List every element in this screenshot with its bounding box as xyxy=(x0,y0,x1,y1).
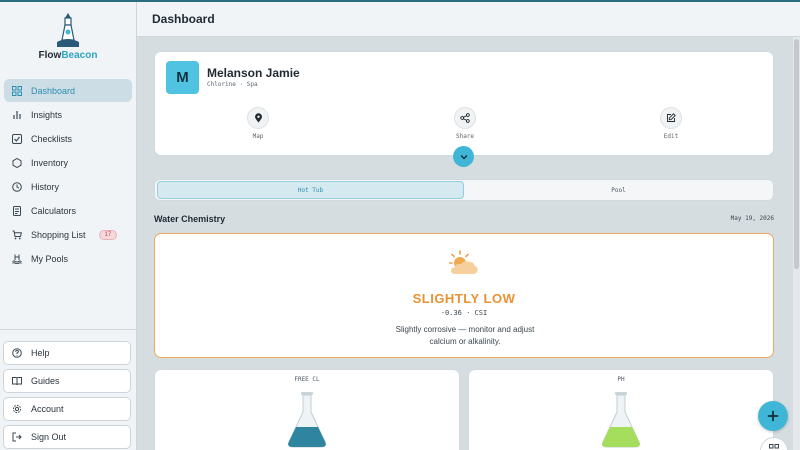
sidebar-item-label: Insights xyxy=(31,109,63,120)
share-button[interactable] xyxy=(454,107,476,129)
page-title: Dashboard xyxy=(152,12,215,26)
chevron-down-icon xyxy=(460,154,467,159)
brand-name-part1: Flow xyxy=(38,50,62,61)
ph-card[interactable]: PH xyxy=(468,369,774,450)
account-label: Account xyxy=(31,404,64,414)
sidebar-item-checklists[interactable]: Checklists xyxy=(4,127,132,150)
sun-behind-cloud-icon xyxy=(449,250,478,274)
sidebar-item-calculators[interactable]: Calculators xyxy=(4,199,132,222)
map-pin-icon xyxy=(254,113,262,123)
edit-button[interactable] xyxy=(660,107,682,129)
plus-icon xyxy=(767,410,779,422)
sidebar-item-inventory[interactable]: Inventory xyxy=(4,151,132,174)
flask-icon xyxy=(602,392,640,448)
hexagon-icon xyxy=(11,157,22,168)
flask-icon xyxy=(288,392,326,448)
top-header: Dashboard xyxy=(137,2,800,37)
help-button[interactable]: Help xyxy=(3,341,131,365)
sidebar-item-insights[interactable]: Insights xyxy=(4,103,132,126)
free-cl-label: FREE CL xyxy=(294,376,320,383)
sign-out-icon xyxy=(11,432,22,443)
edit-icon xyxy=(667,113,676,122)
scrollbar[interactable] xyxy=(793,37,800,450)
guides-button[interactable]: Guides xyxy=(3,369,131,393)
clock-icon xyxy=(11,181,22,192)
sidebar-nav: Dashboard Insights Checklists Inventory … xyxy=(4,79,132,271)
grid-icon xyxy=(11,85,22,96)
cart-icon xyxy=(11,229,22,240)
free-cl-card[interactable]: FREE CL xyxy=(154,369,460,450)
sign-out-label: Sign Out xyxy=(31,432,67,442)
sidebar-item-my-pools[interactable]: My Pools xyxy=(4,247,132,270)
brand-logo[interactable]: FlowBeacon xyxy=(0,12,136,72)
pool-icon xyxy=(11,253,22,264)
water-balance-status-card: SLIGHTLY LOW -0.36 · CSI Slightly corros… xyxy=(154,233,774,358)
status-description: Slightly corrosive — monitor and adjust … xyxy=(395,325,535,346)
edit-label: Edit xyxy=(663,133,679,140)
scrollbar-thumb[interactable] xyxy=(794,39,799,269)
map-label: Map xyxy=(252,133,264,140)
sidebar-item-dashboard[interactable]: Dashboard xyxy=(4,79,132,102)
share-action[interactable]: Share xyxy=(445,107,485,140)
grid-icon xyxy=(769,444,779,449)
section-title: Water Chemistry xyxy=(154,214,226,224)
share-icon xyxy=(460,113,470,123)
checkbox-icon xyxy=(11,133,22,144)
sign-out-button[interactable]: Sign Out xyxy=(3,425,131,449)
lighthouse-icon xyxy=(57,13,79,47)
profile-name: Melanson Jamie xyxy=(207,66,300,80)
tab-pool[interactable]: Pool xyxy=(465,181,772,199)
sidebar-item-label: My Pools xyxy=(31,253,69,264)
brand-name: FlowBeacon xyxy=(0,50,136,61)
ph-label: PH xyxy=(617,376,625,383)
expand-button[interactable] xyxy=(453,146,474,167)
share-label: Share xyxy=(455,133,475,140)
add-button[interactable] xyxy=(758,401,788,431)
sidebar-item-label: Inventory xyxy=(31,157,69,168)
sidebar-item-history[interactable]: History xyxy=(4,175,132,198)
gear-icon xyxy=(11,404,22,415)
bar-chart-icon xyxy=(11,109,22,120)
guides-label: Guides xyxy=(31,376,60,386)
help-icon xyxy=(11,348,22,359)
sidebar-item-shopping-list[interactable]: Shopping List 17 xyxy=(4,223,132,246)
account-button[interactable]: Account xyxy=(3,397,131,421)
sidebar-item-label: Checklists xyxy=(31,133,73,144)
shopping-count-badge: 17 xyxy=(98,229,118,240)
profile-subtitle: Chlorine · Spa xyxy=(207,81,258,88)
sidebar-item-label: Shopping List xyxy=(31,229,86,240)
map-action[interactable]: Map xyxy=(238,107,278,140)
sidebar-item-label: Dashboard xyxy=(31,85,76,96)
edit-action[interactable]: Edit xyxy=(651,107,691,140)
tab-hot-tub[interactable]: Hot Tub xyxy=(157,181,464,199)
calculator-icon xyxy=(11,205,22,216)
sidebar-bottom-nav: Help Guides Account Sign Out xyxy=(3,341,131,450)
brand-name-part2: Beacon xyxy=(61,50,98,61)
book-icon xyxy=(11,376,22,387)
sidebar-divider xyxy=(0,329,136,330)
profile-card: M Melanson Jamie Chlorine · Spa Map Shar… xyxy=(154,51,774,156)
status-title: SLIGHTLY LOW xyxy=(412,291,516,306)
sidebar: FlowBeacon Dashboard Insights Checklists xyxy=(0,2,137,450)
sidebar-item-label: Calculators xyxy=(31,205,77,216)
map-button[interactable] xyxy=(247,107,269,129)
pool-type-tabs: Hot Tub Pool xyxy=(154,179,774,201)
sidebar-item-label: History xyxy=(31,181,60,192)
section-date: May 19, 2026 xyxy=(730,215,774,222)
help-label: Help xyxy=(31,348,50,358)
status-value: -0.36 · CSI xyxy=(440,309,488,317)
avatar: M xyxy=(166,61,199,94)
